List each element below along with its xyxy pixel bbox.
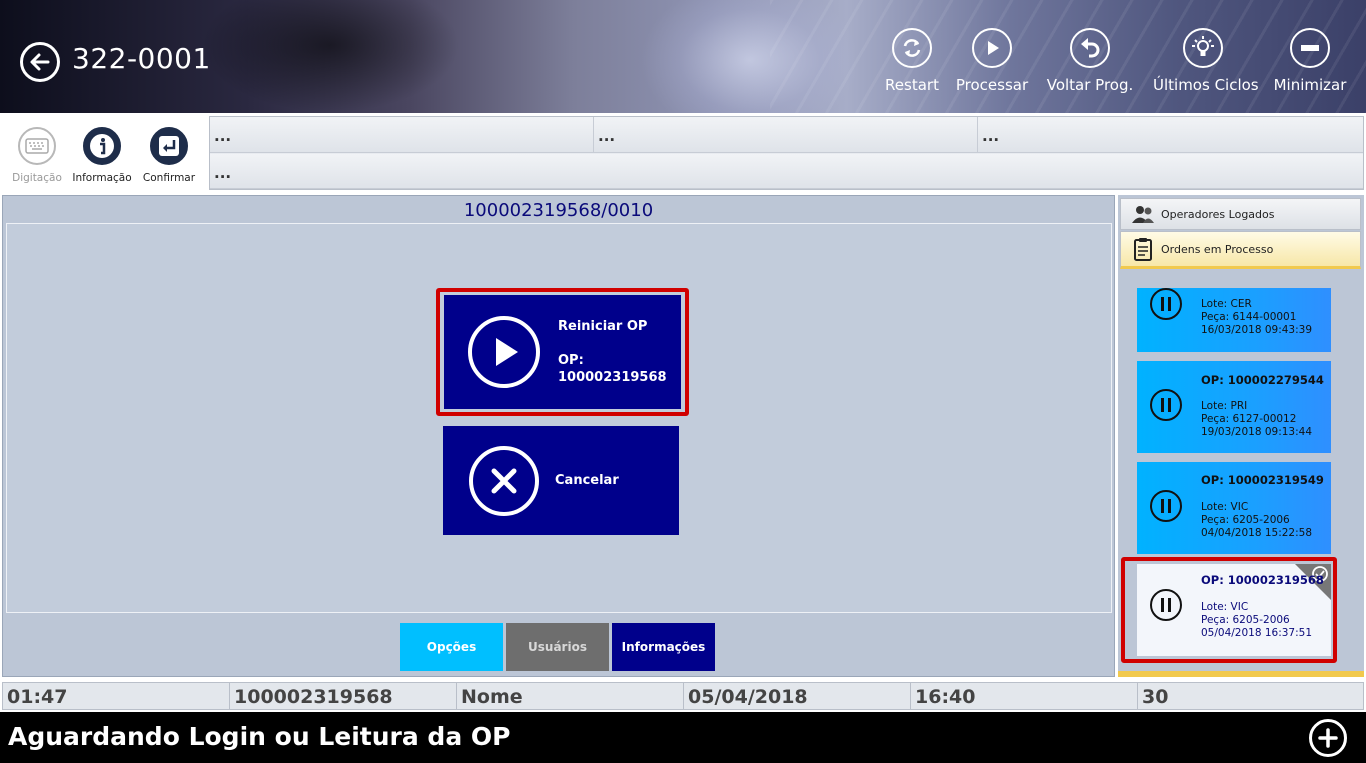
status-op-number: 100002319568 bbox=[230, 683, 457, 709]
status-operator-name: Nome bbox=[457, 683, 684, 709]
informacao-label: Informação bbox=[72, 172, 132, 184]
ultimos-ciclos-button[interactable]: Últimos Ciclos bbox=[1153, 28, 1259, 94]
status-clock: 16:40 bbox=[911, 683, 1138, 709]
order-card[interactable]: OP: 100002279544 Lote: PRI Peça: 6127-00… bbox=[1137, 361, 1331, 453]
minus-icon bbox=[1301, 45, 1319, 51]
confirmar-button[interactable]: Confirmar bbox=[137, 121, 201, 184]
order-lote: Lote: PRI bbox=[1201, 400, 1248, 412]
info-cell: ... bbox=[594, 117, 978, 153]
informacao-button[interactable]: Informação bbox=[70, 121, 134, 184]
minimizar-button[interactable]: Minimizar bbox=[1260, 28, 1360, 94]
tab-informacoes[interactable]: Informações bbox=[612, 623, 715, 671]
order-date: 16/03/2018 09:43:39 bbox=[1201, 324, 1313, 336]
reiniciar-op-button[interactable]: Reiniciar OP OP: 100002319568 bbox=[444, 295, 681, 409]
tab-opcoes[interactable]: Opções bbox=[400, 623, 503, 671]
order-peca: Peça: 6144-00001 bbox=[1201, 311, 1297, 323]
status-count: 30 bbox=[1142, 686, 1169, 708]
info-grid: ... ... ... ... bbox=[209, 116, 1364, 190]
back-button[interactable] bbox=[20, 42, 60, 82]
close-icon bbox=[491, 468, 517, 493]
info-cell: ... bbox=[982, 127, 1000, 145]
footer-message: Aguardando Login ou Leitura da OP bbox=[8, 722, 511, 751]
digitacao-button[interactable]: Digitação bbox=[5, 121, 69, 184]
status-bar: 01:47 100002319568 Nome 05/04/2018 16:40… bbox=[2, 682, 1364, 710]
status-date: 05/04/2018 bbox=[684, 683, 911, 709]
pause-icon bbox=[1150, 288, 1182, 320]
processar-button[interactable]: Processar bbox=[942, 28, 1042, 94]
pause-icon bbox=[1150, 490, 1182, 522]
digitacao-label: Digitação bbox=[12, 172, 62, 184]
plus-icon bbox=[1318, 728, 1338, 748]
status-time-elapsed: 01:47 bbox=[3, 683, 230, 709]
action-panel: Reiniciar OP OP: 100002319568 Cancelar bbox=[6, 223, 1112, 613]
voltar-prog-button[interactable]: Voltar Prog. bbox=[1040, 28, 1140, 94]
clipboard-icon bbox=[1134, 238, 1152, 261]
arrow-left-icon bbox=[30, 53, 50, 71]
tab-operadores-logados[interactable]: Operadores Logados bbox=[1120, 198, 1361, 230]
restart-icon bbox=[903, 39, 921, 57]
tab-operadores-label: Operadores Logados bbox=[1161, 207, 1275, 221]
order-card-selected[interactable]: OP: 100002319568 Lote: VIC Peça: 6205-20… bbox=[1137, 564, 1331, 656]
main-area: 100002319568/0010 Reiniciar OP OP: 10000… bbox=[2, 195, 1115, 677]
order-date: 19/03/2018 09:13:44 bbox=[1201, 426, 1313, 438]
reiniciar-op-label: Reiniciar OP bbox=[558, 319, 648, 334]
order-peca: Peça: 6205-2006 bbox=[1201, 514, 1290, 526]
order-peca: Peça: 6127-00012 bbox=[1201, 413, 1297, 425]
order-peca: Peça: 6205-2006 bbox=[1201, 614, 1290, 626]
op-number: 100002319568 bbox=[558, 370, 667, 385]
undo-icon bbox=[1081, 38, 1100, 58]
info-cell: ... bbox=[210, 117, 594, 153]
tab-usuarios[interactable]: Usuários bbox=[506, 623, 609, 671]
info-row: ... ... ... bbox=[210, 117, 1363, 153]
play-icon bbox=[496, 338, 518, 366]
enter-icon bbox=[159, 136, 179, 156]
cancelar-button[interactable]: Cancelar bbox=[443, 426, 679, 535]
ultimos-ciclos-label: Últimos Ciclos bbox=[1153, 76, 1259, 94]
tab-ordens-em-processo[interactable]: Ordens em Processo bbox=[1120, 231, 1361, 269]
confirmar-label: Confirmar bbox=[142, 172, 196, 184]
tab-ordens-label: Ordens em Processo bbox=[1161, 242, 1274, 256]
order-date: 04/04/2018 15:22:58 bbox=[1201, 527, 1313, 539]
machine-id: 322-0001 bbox=[72, 42, 211, 75]
lightbulb-icon bbox=[1192, 36, 1214, 56]
pause-icon bbox=[1150, 389, 1182, 421]
header-banner: 322-0001 Restart Processar Voltar Prog. … bbox=[0, 0, 1366, 113]
add-button[interactable] bbox=[1309, 719, 1347, 757]
side-panel: Operadores Logados Ordens em Processo Lo… bbox=[1118, 195, 1364, 677]
order-op: OP: 100002319549 bbox=[1201, 473, 1324, 487]
order-card[interactable]: Lote: CER Peça: 6144-00001 16/03/2018 09… bbox=[1137, 288, 1331, 352]
info-row: ... bbox=[210, 154, 1363, 189]
op-label: OP: bbox=[558, 353, 584, 368]
pause-icon bbox=[1150, 589, 1182, 621]
op-title: 100002319568/0010 bbox=[463, 200, 654, 221]
keyboard-icon bbox=[25, 138, 49, 154]
info-icon bbox=[90, 134, 114, 158]
users-icon bbox=[1132, 206, 1154, 223]
voltar-prog-label: Voltar Prog. bbox=[1046, 76, 1134, 94]
processar-label: Processar bbox=[955, 76, 1029, 94]
order-lote: Lote: VIC bbox=[1201, 601, 1249, 613]
order-date: 05/04/2018 16:37:51 bbox=[1201, 627, 1313, 639]
play-icon bbox=[988, 41, 999, 55]
order-card[interactable]: OP: 100002319549 Lote: VIC Peça: 6205-20… bbox=[1137, 462, 1331, 554]
footer-bar: Aguardando Login ou Leitura da OP bbox=[0, 712, 1366, 763]
minimizar-label: Minimizar bbox=[1273, 76, 1347, 94]
cancelar-label: Cancelar bbox=[555, 473, 619, 488]
order-lote: Lote: VIC bbox=[1201, 501, 1249, 513]
order-op: OP: 100002319568 bbox=[1201, 573, 1324, 587]
order-op: OP: 100002279544 bbox=[1201, 373, 1324, 387]
info-cell: ... bbox=[214, 164, 232, 182]
order-lote: Lote: CER bbox=[1201, 298, 1252, 310]
app-window: 322-0001 Restart Processar Voltar Prog. … bbox=[0, 0, 1366, 763]
